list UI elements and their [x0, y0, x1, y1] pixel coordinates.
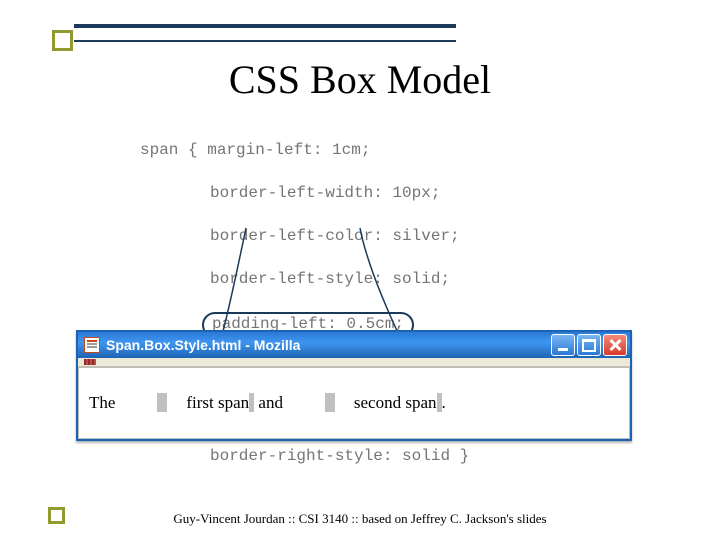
span-example-1: first span	[157, 393, 254, 412]
close-button[interactable]	[603, 334, 627, 356]
top-rule	[74, 24, 456, 28]
code-line: border-left-style: solid;	[0, 269, 720, 291]
rendered-sample: The first span and second span.	[79, 393, 446, 413]
bullet-square-icon	[52, 30, 73, 51]
maximize-icon	[582, 339, 596, 352]
viewport: The first span and second span.	[78, 367, 630, 439]
maximize-button[interactable]	[577, 334, 601, 356]
throbber-icon	[84, 359, 96, 365]
sample-text: and	[254, 393, 283, 412]
window-titlebar: Span.Box.Style.html - Mozilla	[78, 332, 630, 358]
sample-text: .	[442, 393, 446, 412]
page-icon	[84, 337, 100, 353]
titlebar-left: Span.Box.Style.html - Mozilla	[84, 337, 300, 353]
sample-text: The	[89, 393, 115, 412]
css-code: span { margin-left: 1cm; border-left-wid…	[0, 118, 720, 511]
code-line: border-left-color: silver;	[0, 226, 720, 248]
browser-window: Span.Box.Style.html - Mozilla The first …	[76, 330, 632, 441]
menubar	[78, 358, 630, 367]
window-buttons	[551, 334, 627, 356]
span-example-2: second span	[325, 393, 442, 412]
close-icon	[609, 339, 621, 351]
footer-credits: Guy-Vincent Jourdan :: CSI 3140 :: based…	[0, 511, 720, 527]
top-rule-thin	[74, 40, 456, 42]
window-title: Span.Box.Style.html - Mozilla	[106, 337, 300, 353]
minimize-button[interactable]	[551, 334, 575, 356]
code-line: border-left-width: 10px;	[0, 183, 720, 205]
code-line: border-right-style: solid }	[0, 446, 720, 468]
slide: CSS Box Model span { margin-left: 1cm; b…	[0, 0, 720, 540]
minimize-icon	[558, 348, 568, 351]
slide-title: CSS Box Model	[0, 56, 720, 103]
code-line: span { margin-left: 1cm;	[0, 140, 720, 162]
